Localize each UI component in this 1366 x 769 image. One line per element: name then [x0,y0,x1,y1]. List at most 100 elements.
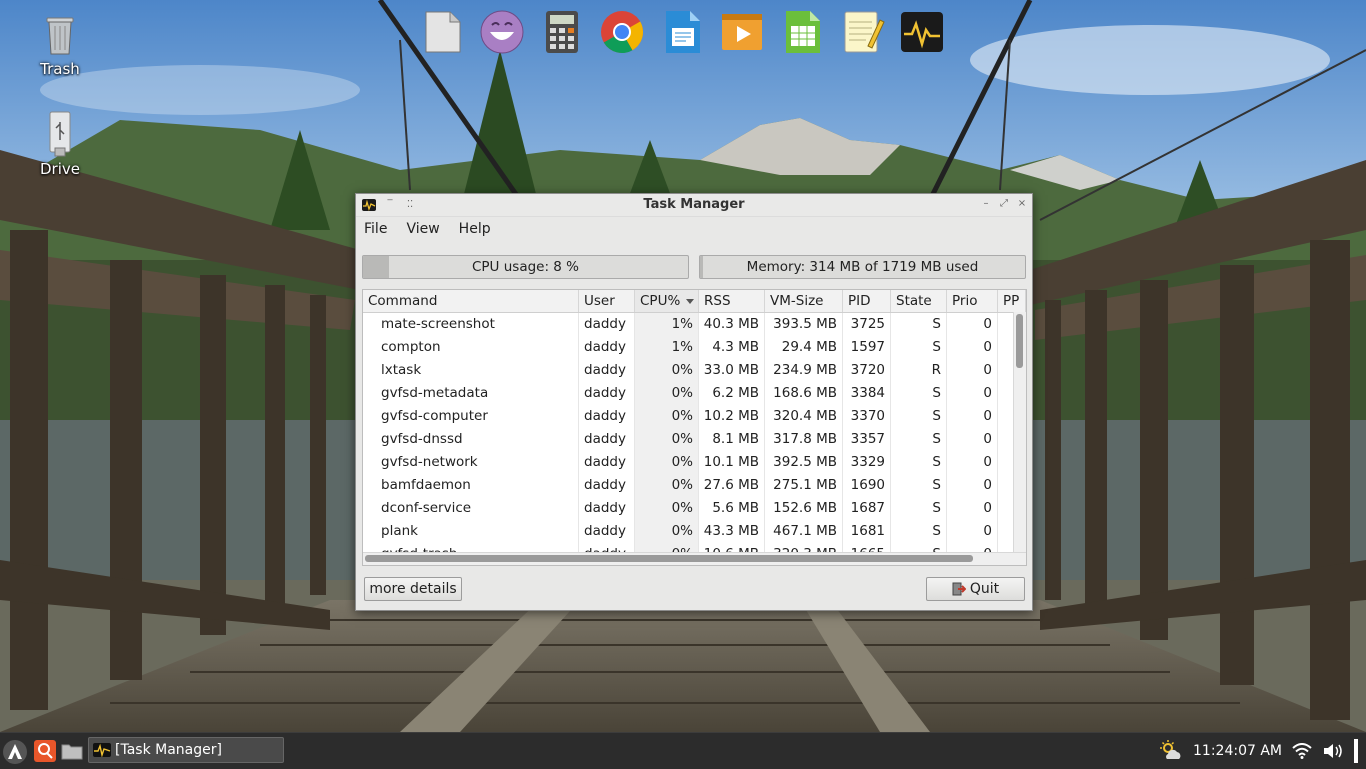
process-rss: 4.3 MB [699,336,765,359]
weather-icon[interactable] [1159,739,1183,763]
column-header-pp[interactable]: PP [998,290,1026,312]
process-state: S [891,474,947,497]
column-header-cpu[interactable]: CPU% [635,290,699,312]
process-pid: 3329 [843,451,891,474]
process-prio: 0 [947,359,998,382]
process-state: S [891,428,947,451]
process-vm-size: 275.1 MB [765,474,843,497]
menu-file[interactable]: File [360,219,391,239]
table-row[interactable]: dconf-service daddy 0% 5.6 MB 152.6 MB 1687 S 0 [363,497,1026,520]
process-prio: 0 [947,336,998,359]
vertical-scrollbar[interactable] [1013,312,1026,553]
dock-item-calculator[interactable] [538,8,586,56]
process-user: daddy [579,520,635,543]
process-user: daddy [579,382,635,405]
dock-item-writer[interactable] [658,8,706,56]
process-cpu: 0% [635,382,699,405]
process-cpu: 0% [635,451,699,474]
column-header-vm-size[interactable]: VM-Size [765,290,843,312]
search-launcher-button[interactable] [33,739,57,763]
task-manager-small-icon [93,743,111,757]
process-prio: 0 [947,497,998,520]
horizontal-scrollbar[interactable] [363,552,1026,565]
table-row[interactable]: plank daddy 0% 43.3 MB 467.1 MB 1681 S 0 [363,520,1026,543]
cpu-usage-label: CPU usage: 8 % [471,259,580,275]
close-icon[interactable]: × [1016,197,1028,211]
dock-item-task-manager[interactable] [898,8,946,56]
process-pid: 3725 [843,313,891,336]
dock-item-files[interactable] [418,8,466,56]
process-user: daddy [579,405,635,428]
table-row[interactable]: gvfsd-computer daddy 0% 10.2 MB 320.4 MB 3370… [363,405,1026,428]
column-header-pid[interactable]: PID [843,290,891,312]
task-manager-icon [901,12,943,52]
table-row[interactable]: mate-screenshot daddy 1% 40.3 MB 393.5 MB 372… [363,313,1026,336]
column-header-state[interactable]: State [891,290,947,312]
process-user: daddy [579,474,635,497]
column-header-user[interactable]: User [579,290,635,312]
window-title: Task Manager [643,197,745,212]
desktop-icon-trash[interactable]: Trash [20,10,100,78]
quit-button[interactable]: Quit [926,577,1025,601]
minimize-icon[interactable]: – [980,197,992,211]
usb-drive-icon [36,110,84,158]
maximize-icon[interactable]: ⤢ [998,197,1010,211]
table-header: Command User CPU% RSS VM-Size PID State … [363,290,1026,313]
menu-view[interactable]: View [402,219,443,239]
start-menu-icon [3,740,27,764]
file-manager-button[interactable] [60,739,84,763]
volume-icon[interactable] [1322,742,1344,760]
system-tray: 11:24:07 AM [1159,733,1366,769]
table-row[interactable]: gvfsd-dnssd daddy 0% 8.1 MB 317.8 MB 3357 S 0 [363,428,1026,451]
table-body: mate-screenshot daddy 1% 40.3 MB 393.5 MB 372… [363,313,1026,565]
taskbar-task-label: [Task Manager] [115,742,222,758]
process-user: daddy [579,313,635,336]
process-rss: 33.0 MB [699,359,765,382]
dock-item-calc-spreadsheet[interactable] [778,8,826,56]
table-row[interactable]: compton daddy 1% 4.3 MB 29.4 MB 1597 S 0 [363,336,1026,359]
process-pid: 1687 [843,497,891,520]
process-state: S [891,520,947,543]
calculator-icon [546,11,578,53]
wifi-icon[interactable] [1292,743,1312,759]
show-desktop-button[interactable] [1354,739,1358,763]
column-header-prio[interactable]: Prio [947,290,998,312]
impress-icon [722,14,762,50]
process-state: S [891,497,947,520]
taskbar-task-manager-button[interactable]: [Task Manager] [88,737,284,763]
table-row[interactable]: bamfdaemon daddy 0% 27.6 MB 275.1 MB 1690 S 0 [363,474,1026,497]
process-state: S [891,336,947,359]
table-row[interactable]: gvfsd-network daddy 0% 10.1 MB 392.5 MB 3329 S… [363,451,1026,474]
process-pid: 1690 [843,474,891,497]
desktop-icon-drive[interactable]: Drive [20,110,100,178]
column-header-rss[interactable]: RSS [699,290,765,312]
process-command: gvfsd-network [363,451,579,474]
process-prio: 0 [947,474,998,497]
text-editor-icon [844,11,885,53]
process-user: daddy [579,359,635,382]
process-vm-size: 467.1 MB [765,520,843,543]
process-user: daddy [579,497,635,520]
table-row[interactable]: lxtask daddy 0% 33.0 MB 234.9 MB 3720 R 0 [363,359,1026,382]
process-cpu: 0% [635,405,699,428]
menu-help[interactable]: Help [455,219,495,239]
column-header-command[interactable]: Command [363,290,579,312]
process-vm-size: 152.6 MB [765,497,843,520]
window-titlebar[interactable]: ‾ ⁚⁚ Task Manager – ⤢ × [356,194,1032,217]
chrome-icon [601,11,643,54]
dock-item-pidgin[interactable] [478,8,526,56]
drive-label: Drive [40,160,80,178]
dock-item-impress[interactable] [718,8,766,56]
process-prio: 0 [947,428,998,451]
horizontal-scroll-thumb[interactable] [365,555,973,562]
vertical-scroll-thumb[interactable] [1016,314,1023,368]
process-prio: 0 [947,405,998,428]
start-menu-button[interactable] [2,739,27,764]
task-manager-window: ‾ ⁚⁚ Task Manager – ⤢ × File View Help C… [355,193,1033,611]
process-prio: 0 [947,520,998,543]
dock-item-chrome[interactable] [598,8,646,56]
dock-item-text-editor[interactable] [838,8,886,56]
clock[interactable]: 11:24:07 AM [1193,743,1282,759]
more-details-button[interactable]: more details [364,577,462,601]
table-row[interactable]: gvfsd-metadata daddy 0% 6.2 MB 168.6 MB 3384 S… [363,382,1026,405]
